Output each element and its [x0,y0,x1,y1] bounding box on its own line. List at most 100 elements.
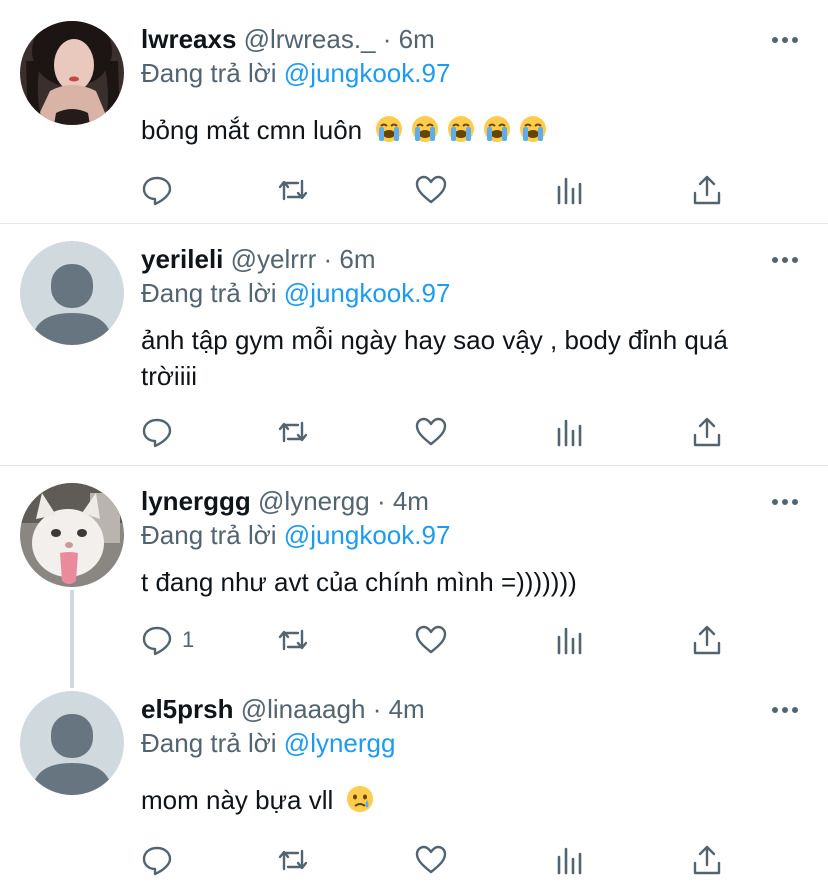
analytics-icon [557,627,582,655]
loudly-crying-face-icon [448,116,475,142]
default-avatar-icon [20,691,124,795]
timestamp[interactable]: · 6m [383,24,435,54]
replying-to: Đang trả lời @jungkook.97 [141,520,450,550]
share-icon [693,417,721,447]
tweet[interactable]: yerileli @yelrrr · 6m Đang trả lời @jung… [0,224,828,466]
display-name[interactable]: el5prsh [141,694,234,724]
replying-to-link[interactable]: @jungkook.97 [284,520,451,550]
display-name[interactable]: lwreaxs [141,24,236,54]
display-name[interactable]: lynerggg [141,486,251,516]
display-name[interactable]: yerileli [141,244,223,274]
analytics-button[interactable] [552,622,586,658]
retweet-icon [278,849,308,871]
like-button[interactable] [414,172,448,208]
avatar[interactable] [20,21,124,125]
timestamp[interactable]: · 4m [377,486,429,516]
reply-icon [142,176,172,206]
replying-to: Đang trả lời @lynergg [141,728,395,758]
replying-to: Đang trả lời @jungkook.97 [141,58,450,88]
tweet-header: lwreaxs @lrwreas._ · 6m [141,24,435,54]
tweet-actions [140,172,740,208]
handle[interactable]: @lynergg [258,486,370,516]
avatar[interactable] [20,483,124,587]
loudly-crying-face-icon [520,116,547,142]
tweet-actions [140,842,740,878]
tweet-text: t đang như avt của chính mình =))))))) [141,567,577,597]
share-button[interactable] [690,842,724,878]
tweet[interactable]: lynerggg @lynergg · 4m Đang trả lời @jun… [0,466,828,674]
heart-icon [415,845,447,874]
reply-button[interactable] [140,842,182,878]
heart-icon [415,625,447,654]
replying-to-link[interactable]: @jungkook.97 [284,278,451,308]
tweet-text-content: bỏng mắt cmn luôn [141,115,363,145]
share-button[interactable] [690,622,724,658]
tweet[interactable]: el5prsh @linaaagh · 4m Đang trả lời @lyn… [0,674,828,890]
retweet-button[interactable] [276,414,310,450]
more-options-icon[interactable] [772,498,798,506]
share-icon [693,625,721,655]
retweet-button[interactable] [276,842,310,878]
handle[interactable]: @yelrrr [231,244,317,274]
analytics-button[interactable] [552,172,586,208]
analytics-icon [557,847,582,875]
emoji-group [375,115,555,145]
share-icon [693,845,721,875]
tweet[interactable]: lwreaxs @lrwreas._ · 6m Đang trả lời @ju… [0,0,828,224]
like-button[interactable] [414,622,448,658]
replying-to-link[interactable]: @jungkook.97 [284,58,451,88]
retweet-icon [278,179,308,201]
avatar[interactable] [20,241,124,345]
replying-prefix: Đang trả lời [141,520,277,550]
tweet-text-content: mom này bựa vll [141,785,334,815]
analytics-icon [557,419,582,447]
reply-count: 1 [182,627,195,652]
replying-prefix: Đang trả lời [141,728,277,758]
heart-icon [415,417,447,446]
replying-prefix: Đang trả lời [141,278,277,308]
tweet-text: bỏng mắt cmn luôn [141,112,781,148]
more-options-icon[interactable] [772,36,798,44]
analytics-button[interactable] [552,842,586,878]
reply-button[interactable] [140,172,182,208]
handle[interactable]: @lrwreas._ [244,24,376,54]
timestamp[interactable]: · 6m [323,244,375,274]
retweet-icon [278,421,308,443]
retweet-icon [278,629,308,651]
more-options-icon[interactable] [772,256,798,264]
reply-button[interactable]: 1 [140,622,194,658]
reply-icon [142,418,172,448]
default-avatar-icon [20,241,124,345]
share-button[interactable] [690,414,724,450]
tweet-text: mom này bựa vll [141,782,781,818]
replying-to-link[interactable]: @lynergg [284,728,396,758]
reply-button[interactable] [140,414,182,450]
avatar[interactable] [20,691,124,795]
retweet-button[interactable] [276,172,310,208]
loudly-crying-face-icon [376,116,403,142]
loudly-crying-face-icon [484,116,511,142]
reply-icon [142,626,172,656]
like-button[interactable] [414,842,448,878]
reply-icon [142,846,172,876]
tweet-text: ảnh tập gym mỗi ngày hay sao vậy , body … [141,325,728,391]
tweet-header: yerileli @yelrrr · 6m [141,244,375,274]
handle[interactable]: @linaaagh [241,694,366,724]
loudly-crying-face-icon [412,116,439,142]
tweet-header: el5prsh @linaaagh · 4m [141,694,425,724]
tweet-actions [140,414,740,450]
tweet-header: lynerggg @lynergg · 4m [141,486,429,516]
more-options-icon[interactable] [772,706,798,714]
replying-to: Đang trả lời @jungkook.97 [141,278,450,308]
analytics-icon [557,177,582,205]
retweet-button[interactable] [276,622,310,658]
analytics-button[interactable] [552,414,586,450]
timestamp[interactable]: · 4m [373,694,425,724]
share-icon [693,175,721,205]
crying-face-icon [347,786,374,812]
share-button[interactable] [690,172,724,208]
replying-prefix: Đang trả lời [141,58,277,88]
heart-icon [415,175,447,204]
like-button[interactable] [414,414,448,450]
tweet-actions: 1 [140,622,740,658]
